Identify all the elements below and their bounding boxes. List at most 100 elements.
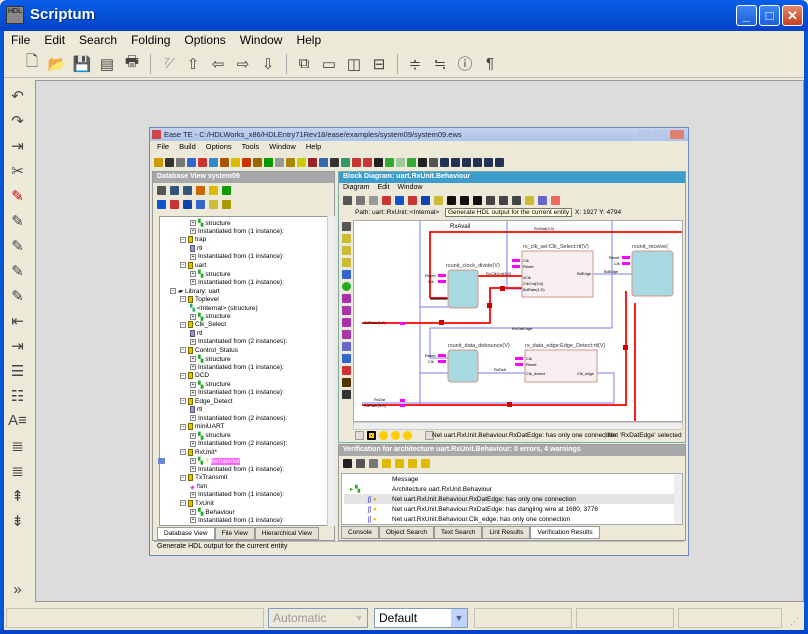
tree-node[interactable]: − TxTransmit <box>180 474 227 481</box>
minimize-button[interactable]: _ <box>736 5 757 26</box>
expander-icon[interactable]: − <box>180 321 186 328</box>
tile-horizontal-icon[interactable]: ⊟ <box>367 53 391 75</box>
tree-scrollbar[interactable] <box>327 216 335 526</box>
expander-icon[interactable]: − <box>170 288 176 294</box>
database-tree[interactable]: + ▚ structure + Instantiated from (1 instanc… <box>159 216 329 526</box>
tree-node[interactable]: rtl <box>190 329 202 337</box>
expander-icon[interactable]: − <box>180 474 186 481</box>
expander-icon[interactable]: − <box>180 296 186 302</box>
open-folder-icon[interactable]: 📂 <box>45 53 69 75</box>
expander-icon[interactable]: − <box>180 398 186 404</box>
tree-node[interactable]: + ▚ structure <box>190 381 231 389</box>
outdent-icon[interactable]: ≒ <box>428 53 452 75</box>
tree-node[interactable]: − Clk_Select <box>180 321 226 328</box>
redo-icon[interactable]: ↷ <box>6 109 30 132</box>
tree-node[interactable]: − uart <box>180 261 206 269</box>
expander-icon[interactable]: + <box>190 228 196 234</box>
tree-node[interactable]: − Edge_Detect <box>180 397 233 405</box>
table-row[interactable]: ʃʃ ● Net uart.RxUnit.Behaviour.Clk_edge: … <box>344 514 674 524</box>
tree-node[interactable]: + Instantiated from (1 instance): <box>190 253 284 260</box>
expander-icon[interactable]: − <box>180 423 186 430</box>
menu-folding[interactable]: Folding <box>124 31 177 49</box>
expander-icon[interactable]: − <box>180 449 186 455</box>
move-up-icon[interactable]: ⇧ <box>181 53 205 75</box>
jump-icon[interactable]: ⇥ <box>6 134 30 157</box>
tree-node[interactable]: + Instantiated from (2 instances): <box>190 338 287 345</box>
indent-icon[interactable]: ≑ <box>403 53 427 75</box>
tree-node[interactable]: + Instantiated from (1 instance): <box>190 364 284 371</box>
tree-node[interactable]: − miniUART <box>180 423 225 430</box>
marker-prev-icon[interactable]: ✎ <box>6 234 30 257</box>
marker-icon[interactable]: ✎ <box>6 184 30 207</box>
table-scrollbar[interactable] <box>674 474 682 524</box>
expander-icon[interactable]: + <box>190 491 196 498</box>
new-file-icon[interactable]: 🗋 <box>20 53 44 75</box>
print-icon[interactable]: 🖶 <box>120 53 144 75</box>
expander-icon[interactable]: − <box>180 236 186 243</box>
list-icon[interactable]: ☰ <box>6 359 30 382</box>
expander-icon[interactable]: + <box>190 279 196 285</box>
table-row[interactable]: ʃʃ ● Net uart.RxUnit.Behaviour.RxDatEdge:… <box>344 504 674 514</box>
expand-icon[interactable]: ⇟ <box>6 509 30 532</box>
tree-node[interactable]: + Instantiated from (1 instance): <box>190 389 284 396</box>
expander-icon[interactable]: + <box>190 220 196 226</box>
menu-help[interactable]: Help <box>289 31 328 49</box>
tree-node[interactable]: + ▚ structure <box>190 270 231 278</box>
expander-icon[interactable]: − <box>180 500 186 506</box>
expander-icon[interactable]: + <box>190 415 196 421</box>
expander-icon[interactable]: + <box>190 509 196 515</box>
tree-node[interactable]: + Instantiated from (1 instance): <box>190 279 284 286</box>
comment-icon[interactable]: ⁷⁄ <box>156 53 180 75</box>
menu-options[interactable]: Options <box>177 31 232 49</box>
tree-node[interactable]: + ▚ structure <box>190 432 231 440</box>
menu-file[interactable]: File <box>4 31 37 49</box>
tile-vertical-icon[interactable]: ◫ <box>342 53 366 75</box>
expander-icon[interactable]: + <box>190 364 196 370</box>
tree-node[interactable]: rtl <box>190 406 202 413</box>
menu-edit[interactable]: Edit <box>37 31 72 49</box>
expander-icon[interactable]: + <box>190 432 196 439</box>
maximize-button[interactable]: □ <box>759 5 780 26</box>
menu-search[interactable]: Search <box>72 31 124 49</box>
menu-window[interactable]: Window <box>233 31 290 49</box>
expander-icon[interactable]: + <box>190 381 196 388</box>
tree-node[interactable]: + Instantiated from (1 instance): <box>190 228 284 235</box>
tree-node[interactable]: − Toplevel <box>180 295 219 303</box>
tree-node[interactable]: + ▚ structure <box>190 313 231 321</box>
expander-icon[interactable]: + <box>190 389 196 396</box>
diagram-canvas[interactable]: rxunit_clock_divide(V) rx_clk_sel:Clk_Se… <box>353 220 683 422</box>
style-select[interactable]: Default ▼ <box>374 608 468 628</box>
indent-right-icon[interactable]: ⇥ <box>6 334 30 357</box>
expander-icon[interactable]: + <box>190 517 196 523</box>
info-icon[interactable]: ⓘ <box>453 53 477 75</box>
tree-node[interactable]: − trap <box>180 236 206 243</box>
list-numbered-icon[interactable]: ☷ <box>6 384 30 407</box>
mode-select[interactable]: Automatic ▼ <box>268 608 368 628</box>
font-size-icon[interactable]: A≡ <box>6 409 30 432</box>
collapse-icon[interactable]: ⇞ <box>6 484 30 507</box>
marker-list-icon[interactable]: ✎ <box>6 284 30 307</box>
expander-icon[interactable]: + <box>190 440 196 447</box>
move-right-icon[interactable]: ⇨ <box>231 53 255 75</box>
tile-windows-icon[interactable]: ▭ <box>317 53 341 75</box>
tree-node[interactable]: + Instantiated from (1 instance): <box>190 491 284 498</box>
indent-left-icon[interactable]: ⇤ <box>6 309 30 332</box>
move-down-icon[interactable]: ⇩ <box>256 53 280 75</box>
expander-icon[interactable]: + <box>190 271 196 277</box>
tree-node[interactable]: + Instantiated from (1 instance): <box>190 466 284 473</box>
expander-icon[interactable]: − <box>180 372 186 379</box>
align-justify-icon[interactable]: ≣ <box>6 459 30 482</box>
tree-node[interactable]: + Instantiated from (2 instances): <box>190 440 287 447</box>
tree-node[interactable]: + ▚ structure <box>190 219 231 227</box>
tree-node[interactable]: − RxUnit* <box>180 448 217 456</box>
tree-node[interactable]: + ▚ Behaviour <box>190 508 235 516</box>
tree-node[interactable]: − TxUnit <box>180 499 214 507</box>
table-row[interactable]: ʃʃ ● Net uart.RxUnit.Behaviour.RxDatEdge:… <box>344 494 674 504</box>
tree-node[interactable]: ◈ fsm <box>190 483 207 491</box>
tree-node[interactable]: + ▚ structure <box>190 355 231 363</box>
tree-node[interactable]: − Control_Status <box>180 346 238 354</box>
tree-node[interactable]: + ▚? Behaviour <box>190 457 240 465</box>
tree-node[interactable]: − ▰ Library: uart <box>170 287 220 295</box>
marker-next-icon[interactable]: ✎ <box>6 209 30 232</box>
pilcrow-icon[interactable]: ¶ <box>478 53 502 75</box>
